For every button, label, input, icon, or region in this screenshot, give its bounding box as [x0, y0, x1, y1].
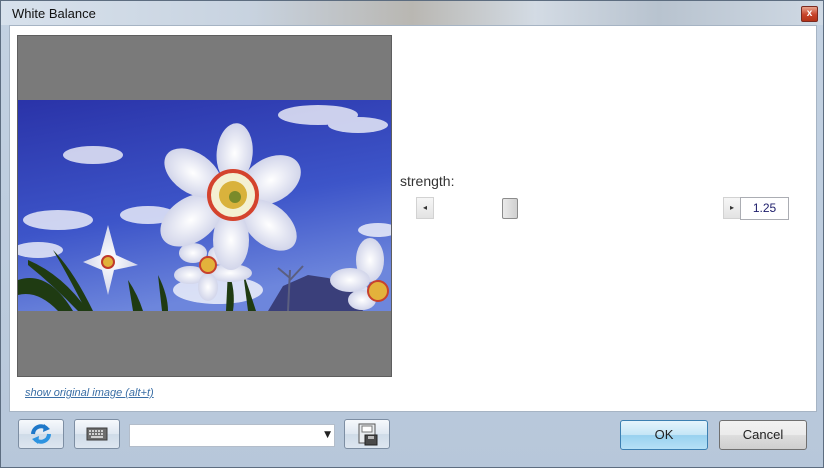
strength-slider-track[interactable] [426, 198, 714, 219]
chevron-down-icon: ▼ [324, 430, 331, 440]
close-icon: x [806, 8, 813, 19]
white-balance-dialog: White Balance x show original image (alt… [0, 0, 824, 468]
keyboard-button[interactable] [74, 419, 120, 449]
dialog-content: show original image (alt+t) [9, 25, 817, 412]
window-title: White Balance [12, 6, 96, 21]
preview-photo [18, 100, 391, 311]
strength-increase-button[interactable]: ▸ [723, 197, 741, 219]
strength-slider-thumb[interactable] [502, 198, 518, 219]
cancel-button[interactable]: Cancel [719, 420, 807, 450]
ok-button[interactable]: OK [620, 420, 708, 450]
image-preview [17, 35, 392, 377]
refresh-button[interactable] [18, 419, 64, 449]
save-icon [358, 423, 378, 446]
show-original-link[interactable]: show original image (alt+t) [25, 387, 154, 399]
strength-value-field[interactable]: 1.25 [740, 197, 789, 220]
refresh-icon [31, 424, 51, 444]
title-bar: White Balance x [1, 1, 823, 25]
close-button[interactable]: x [801, 6, 818, 22]
strength-label: strength: [400, 173, 455, 189]
keyboard-icon [86, 427, 108, 441]
daffodil-photo [18, 100, 391, 311]
preset-dropdown[interactable]: ▼ [129, 424, 335, 447]
arrow-right-icon: ▸ [729, 203, 734, 212]
save-preset-button[interactable] [344, 419, 390, 449]
